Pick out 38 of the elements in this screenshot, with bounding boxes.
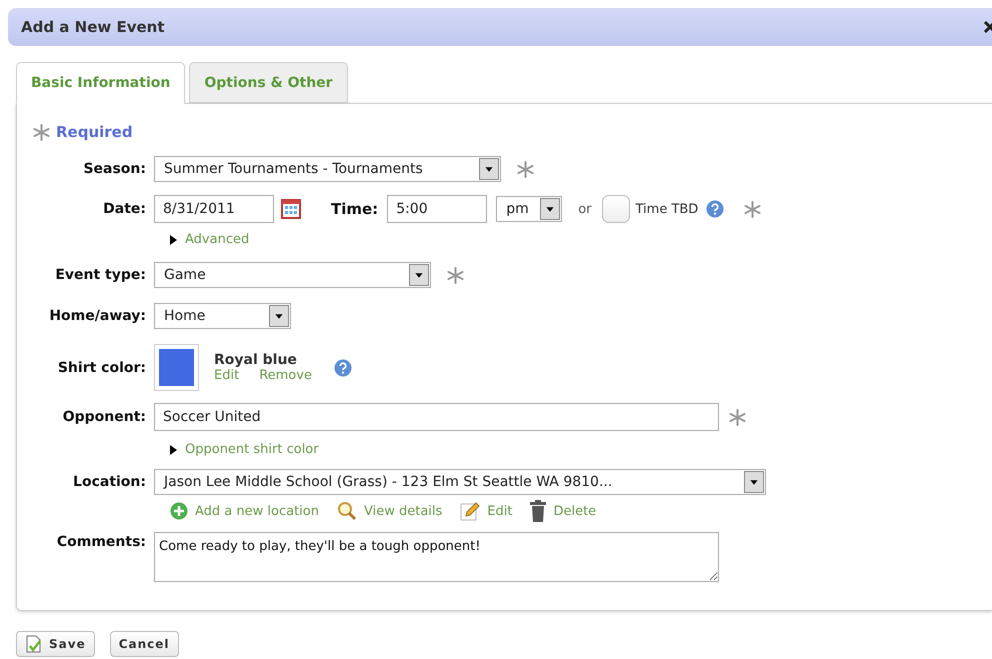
field-label: Opponent: <box>62 409 147 425</box>
color-swatch[interactable] <box>154 344 199 391</box>
cancel-button[interactable]: Cancel <box>110 631 179 657</box>
season-select[interactable]: Summer Tournaments - Tournaments <box>154 156 501 182</box>
pencil-icon[interactable] <box>460 501 480 521</box>
required-legend: Required <box>56 123 133 141</box>
collapsed-triangle-icon[interactable] <box>170 444 177 454</box>
field-label: Location: <box>72 474 147 490</box>
calendar-icon[interactable] <box>281 199 301 219</box>
trash-icon[interactable] <box>530 500 546 522</box>
opponent-field[interactable]: Soccer United <box>154 403 719 431</box>
time-field[interactable]: 5:00 <box>387 195 488 223</box>
dialog-title: Add a New Event <box>21 18 165 36</box>
field-label: Event type: <box>54 267 147 283</box>
or-text: or <box>578 202 592 216</box>
date-field[interactable]: 8/31/2011 <box>154 195 274 223</box>
field-label: Time: <box>331 200 378 218</box>
checkbox-label: Time TBD <box>636 202 698 216</box>
color-name: Royal blue <box>214 352 298 368</box>
magnifier-icon[interactable] <box>336 501 357 521</box>
event-type-select[interactable]: Game <box>154 262 431 288</box>
document-check-icon <box>25 635 43 653</box>
field-label: Shirt color: <box>56 360 147 376</box>
field-label: Comments: <box>56 533 147 550</box>
field-label: Home/away: <box>48 308 147 324</box>
location-select[interactable]: Jason Lee Middle School (Grass) - 123 Elm St Seattle WA 9810... <box>154 469 766 495</box>
help-icon[interactable] <box>334 358 352 376</box>
ampm-select[interactable]: pm <box>496 196 562 222</box>
field-label: Date: <box>102 201 147 217</box>
comments-field[interactable]: Come ready to play, they'll be a tough opponent! <box>154 532 719 582</box>
field-label: Season: <box>82 161 147 177</box>
time-tbd-checkbox[interactable] <box>602 195 630 223</box>
collapsed-triangle-icon[interactable] <box>170 234 177 244</box>
required-asterisk-icon <box>33 124 50 140</box>
add-icon[interactable] <box>170 502 188 520</box>
home-away-select[interactable]: Home <box>154 303 291 329</box>
help-icon[interactable] <box>706 200 724 218</box>
save-button[interactable]: Save <box>16 631 95 657</box>
